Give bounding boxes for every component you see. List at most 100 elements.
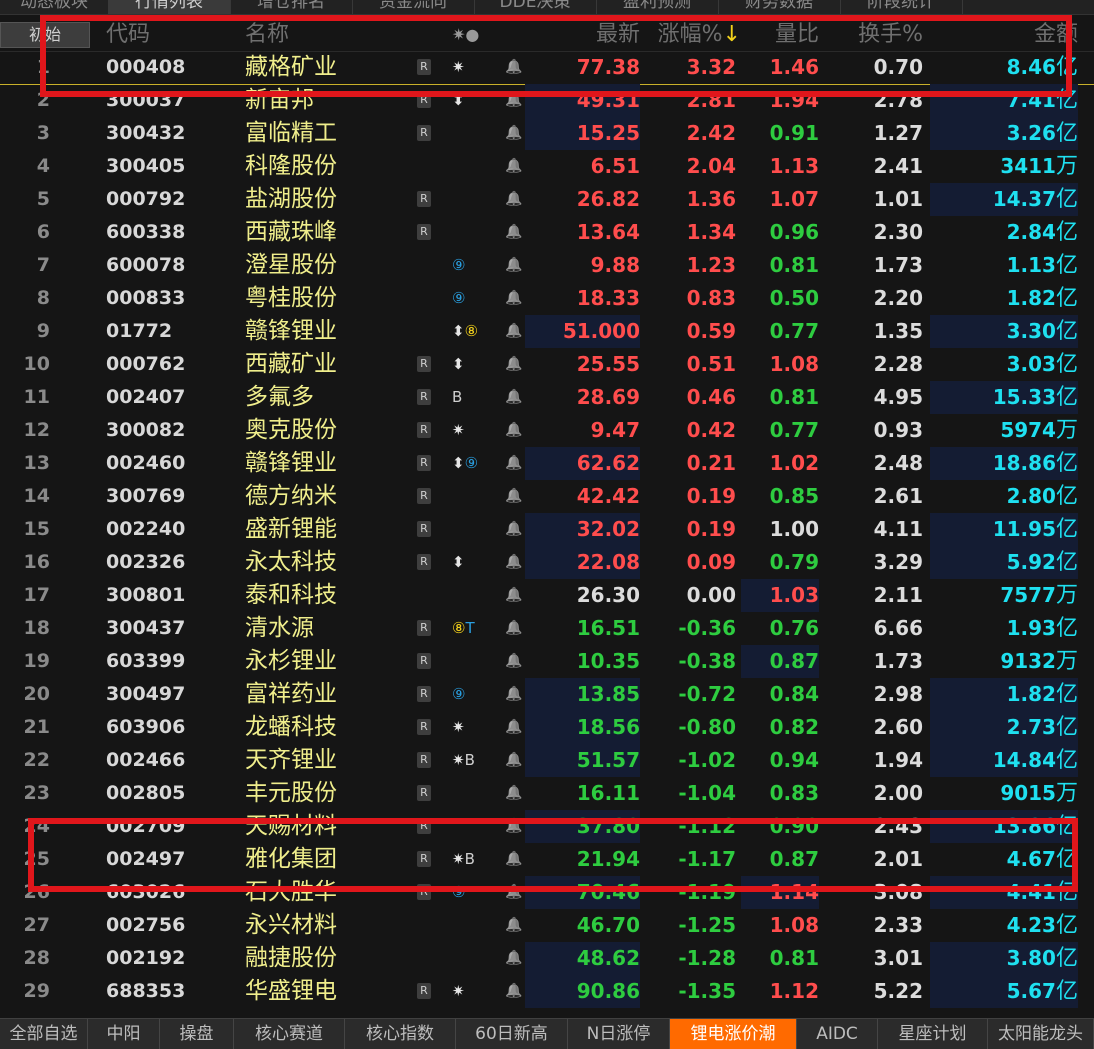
table-row[interactable]: 11 002407 多氟多 R B 🔔 28.69 0.46 0.81 4.95 15.33亿	[0, 381, 1094, 414]
bell-icon[interactable]: 🔔	[505, 183, 523, 216]
top-tab[interactable]: 资金流向	[352, 0, 475, 14]
bell-icon[interactable]: 🔔	[505, 678, 523, 711]
bell-icon[interactable]: 🔔	[505, 216, 523, 249]
stock-name[interactable]: 永兴材料	[245, 909, 395, 942]
stock-name[interactable]: 清水源	[245, 612, 395, 645]
stock-name[interactable]: 永杉锂业	[245, 645, 395, 678]
bell-icon[interactable]: 🔔	[505, 117, 523, 150]
bell-icon[interactable]: 🔔	[505, 579, 523, 612]
stock-name[interactable]: 永太科技	[245, 546, 395, 579]
top-tab[interactable]: 动态板块	[0, 0, 109, 14]
stock-name[interactable]: 科隆股份	[245, 150, 395, 183]
stock-name[interactable]: 西藏珠峰	[245, 216, 395, 249]
bottom-tab[interactable]: 操盘	[160, 1019, 234, 1049]
table-row[interactable]: 25 002497 雅化集团 R ✷B 🔔 21.94 -1.17 0.87 2.01 4.67亿	[0, 843, 1094, 876]
bottom-tab[interactable]: N日涨停	[568, 1019, 670, 1049]
bottom-tab[interactable]: 太阳能龙头	[988, 1019, 1094, 1049]
bottom-tab[interactable]: 核心指数	[345, 1019, 456, 1049]
table-row[interactable]: 5 000792 盐湖股份 R 🔔 26.82 1.36 1.07 1.01 14.37亿	[0, 183, 1094, 216]
bottom-tab[interactable]: 锂电涨价潮	[670, 1019, 797, 1049]
header-price[interactable]: 最新	[525, 18, 640, 51]
header-amount[interactable]: 金额	[930, 18, 1078, 51]
table-row[interactable]: 7 600078 澄星股份 ⑨ 🔔 9.88 1.23 0.81 1.73 1.13亿	[0, 249, 1094, 282]
table-row[interactable]: 23 002805 丰元股份 R 🔔 16.11 -1.04 0.83 2.00 9015万	[0, 777, 1094, 810]
table-row[interactable]: 1 000408 藏格矿业 R ✷ 🔔 77.38 3.32 1.46 0.70 8.46亿	[0, 51, 1094, 85]
table-row[interactable]: 21 603906 龙蟠科技 R ✷ 🔔 18.56 -0.80 0.82 2.60 2.73亿	[0, 711, 1094, 744]
top-tab[interactable]: DDE决策	[474, 0, 597, 14]
bell-icon[interactable]: 🔔	[505, 942, 523, 975]
table-row[interactable]: 24 002709 天赐材料 R 🔔 37.80 -1.12 0.90 2.43 13.86亿	[0, 810, 1094, 843]
table-row[interactable]: 20 300497 富祥药业 R ⑨ 🔔 13.85 -0.72 0.84 2.98 1.82亿	[0, 678, 1094, 711]
table-row[interactable]: 14 300769 德方纳米 R 🔔 42.42 0.19 0.85 2.61 2.80亿	[0, 480, 1094, 513]
stock-name[interactable]: 天齐锂业	[245, 744, 395, 777]
bell-icon[interactable]: 🔔	[505, 513, 523, 546]
stock-name[interactable]: 多氟多	[245, 381, 395, 414]
bell-icon[interactable]: 🔔	[505, 150, 523, 183]
bell-icon[interactable]: 🔔	[505, 381, 523, 414]
bell-icon[interactable]: 🔔	[505, 480, 523, 513]
table-row[interactable]: 10 000762 西藏矿业 R ⬍ 🔔 25.55 0.51 1.08 2.28 3.03亿	[0, 348, 1094, 381]
bell-icon[interactable]: 🔔	[505, 51, 523, 84]
stock-name[interactable]: 藏格矿业	[245, 51, 395, 84]
stock-name[interactable]: 粤桂股份	[245, 282, 395, 315]
stock-name[interactable]: 富祥药业	[245, 678, 395, 711]
table-row[interactable]: 18 300437 清水源 R ⑧T 🔔 16.51 -0.36 0.76 6.66 1.93亿	[0, 612, 1094, 645]
bell-icon[interactable]: 🔔	[505, 315, 523, 348]
bottom-tab[interactable]: 中阳	[88, 1019, 160, 1049]
stock-name[interactable]: 龙蟠科技	[245, 711, 395, 744]
bell-icon[interactable]: 🔔	[505, 414, 523, 447]
stock-name[interactable]: 新宙邦	[245, 84, 395, 117]
stock-name[interactable]: 石大胜华	[245, 876, 395, 909]
bottom-tab[interactable]: 星座计划	[878, 1019, 988, 1049]
bell-icon[interactable]: 🔔	[505, 876, 523, 909]
table-row[interactable]: 27 002756 永兴材料 🔔 46.70 -1.25 1.08 2.33 4.23亿	[0, 909, 1094, 942]
table-row[interactable]: 8 000833 粤桂股份 ⑨ 🔔 18.33 0.83 0.50 2.20 1.82亿	[0, 282, 1094, 315]
table-row[interactable]: 16 002326 永太科技 R ⬍ 🔔 22.08 0.09 0.79 3.29 5.92亿	[0, 546, 1094, 579]
top-tab[interactable]: 增仓排名	[230, 0, 353, 14]
bottom-tab[interactable]: 核心赛道	[234, 1019, 345, 1049]
stock-name[interactable]: 赣锋锂业	[245, 315, 395, 348]
stock-name[interactable]: 赣锋锂业	[245, 447, 395, 480]
stock-name[interactable]: 华盛锂电	[245, 975, 395, 1008]
reset-button[interactable]: 初始	[0, 22, 90, 48]
bell-icon[interactable]: 🔔	[505, 447, 523, 480]
bell-icon[interactable]: 🔔	[505, 282, 523, 315]
table-row[interactable]: 6 600338 西藏珠峰 R 🔔 13.64 1.34 0.96 2.30 2.84亿	[0, 216, 1094, 249]
bell-icon[interactable]: 🔔	[505, 612, 523, 645]
stock-name[interactable]: 泰和科技	[245, 579, 395, 612]
table-row[interactable]: 26 603026 石大胜华 R ⑨ 🔔 70.46 -1.19 1.14 3.08 4.41亿	[0, 876, 1094, 909]
header-code[interactable]: 代码	[106, 18, 150, 51]
bell-icon[interactable]: 🔔	[505, 348, 523, 381]
header-flags[interactable]: ✷●	[452, 18, 479, 51]
table-row[interactable]: 3 300432 富临精工 R 🔔 15.25 2.42 0.91 1.27 3.26亿	[0, 117, 1094, 150]
bell-icon[interactable]: 🔔	[505, 711, 523, 744]
table-row[interactable]: 19 603399 永杉锂业 R 🔔 10.35 -0.38 0.87 1.73 9132万	[0, 645, 1094, 678]
header-change[interactable]: 涨幅%↓	[645, 18, 741, 51]
bell-icon[interactable]: 🔔	[505, 744, 523, 777]
stock-name[interactable]: 富临精工	[245, 117, 395, 150]
stock-name[interactable]: 雅化集团	[245, 843, 395, 876]
top-tab[interactable]: 财务数据	[718, 0, 841, 14]
bell-icon[interactable]: 🔔	[505, 810, 523, 843]
stock-name[interactable]: 融捷股份	[245, 942, 395, 975]
bell-icon[interactable]: 🔔	[505, 249, 523, 282]
top-tab[interactable]: 盈利预测	[596, 0, 719, 14]
table-row[interactable]: 13 002460 赣锋锂业 R ⬍⑨ 🔔 62.62 0.21 1.02 2.48 18.86亿	[0, 447, 1094, 480]
header-turnover[interactable]: 换手%	[826, 18, 923, 51]
bell-icon[interactable]: 🔔	[505, 909, 523, 942]
bell-icon[interactable]: 🔔	[505, 843, 523, 876]
table-row[interactable]: 17 300801 泰和科技 🔔 26.30 0.00 1.03 2.11 7577万	[0, 579, 1094, 612]
bottom-tab[interactable]: 全部自选	[0, 1019, 88, 1049]
table-row[interactable]: 15 002240 盛新锂能 R 🔔 32.02 0.19 1.00 4.11 11.95亿	[0, 513, 1094, 546]
bell-icon[interactable]: 🔔	[505, 546, 523, 579]
table-row[interactable]: 2 300037 新宙邦 R ⬍ 🔔 49.31 2.81 1.94 2.78 7.41亿	[0, 84, 1094, 117]
stock-name[interactable]: 盐湖股份	[245, 183, 395, 216]
table-row[interactable]: 29 688353 华盛锂电 R ✷ 🔔 90.86 -1.35 1.12 5.22 5.67亿	[0, 975, 1094, 1008]
stock-name[interactable]: 盛新锂能	[245, 513, 395, 546]
table-row[interactable]: 22 002466 天齐锂业 R ✷B 🔔 51.57 -1.02 0.94 1.94 14.84亿	[0, 744, 1094, 777]
stock-name[interactable]: 天赐材料	[245, 810, 395, 843]
header-vol-ratio[interactable]: 量比	[741, 18, 819, 51]
stock-name[interactable]: 西藏矿业	[245, 348, 395, 381]
header-name[interactable]: 名称	[245, 18, 289, 51]
bell-icon[interactable]: 🔔	[505, 777, 523, 810]
